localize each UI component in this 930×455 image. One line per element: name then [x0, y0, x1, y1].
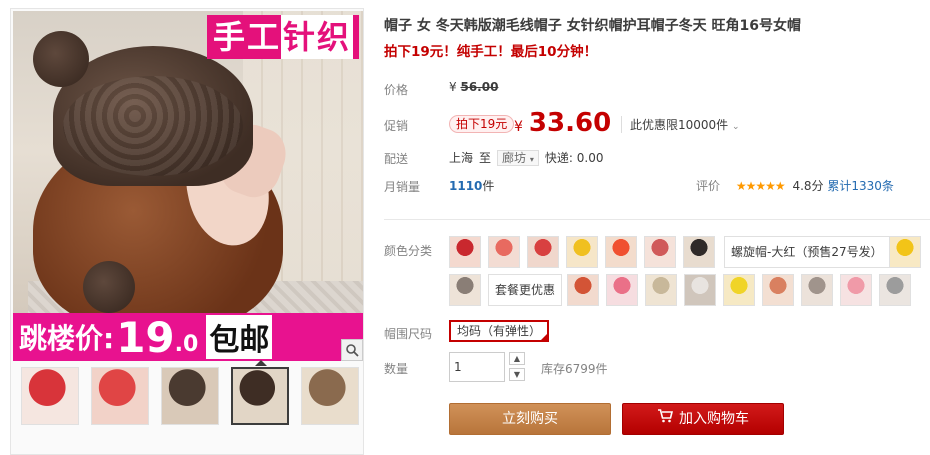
review-count-link[interactable]: 累计1330条 — [827, 179, 894, 193]
rating-stars-icon: ★★★★★ — [735, 179, 786, 193]
quantity-decrease-button[interactable]: ▼ — [509, 368, 525, 381]
thumbnail-image — [91, 367, 149, 425]
size-option-selected[interactable]: 均码（有弹性） — [449, 320, 550, 342]
chevron-down-icon: ⌄ — [732, 122, 740, 132]
banner-price-dec: .0 — [174, 331, 199, 357]
product-title: 帽子 女 冬天韩版潮毛线帽子 女针织帽护耳帽子冬天 旺角16号女帽 — [384, 18, 801, 34]
badge-text-b: 针织 — [280, 15, 353, 59]
color-swatch[interactable] — [449, 236, 481, 268]
color-swatch[interactable] — [644, 236, 676, 268]
sales-count: 1110 — [449, 179, 483, 193]
original-price-currency: ¥ — [449, 80, 457, 94]
rating-label: 评价 — [696, 179, 721, 193]
color-swatch[interactable] — [840, 274, 872, 306]
hat-pompom — [33, 31, 89, 87]
product-gallery: 手工针织 跳楼价: 19 .0 包邮 — [10, 8, 364, 455]
bundle-option[interactable]: 套餐更优惠 — [488, 274, 563, 306]
sales-label: 月销量 — [384, 180, 421, 194]
thumbnail-image — [21, 367, 79, 425]
cart-icon — [657, 403, 674, 435]
ship-to-value: 廊坊 — [502, 150, 527, 165]
promo-tag: 拍下19元 — [449, 115, 515, 133]
ship-to-select[interactable]: 廊坊 ▾ — [497, 149, 539, 166]
stock-count: 库存6799件 — [541, 362, 608, 376]
earflap-pompom — [83, 261, 135, 313]
thumbnail-strip — [21, 360, 359, 427]
color-swatch[interactable] — [605, 236, 637, 268]
color-swatch[interactable] — [606, 274, 638, 306]
ship-from: 上海 — [449, 151, 474, 165]
monthly-sales: 1110件 — [449, 177, 494, 194]
promo-price-value: 33.60 — [528, 108, 612, 138]
promo-label: 促销 — [384, 119, 409, 133]
size-label: 帽围尺码 — [384, 327, 433, 341]
buy-now-label: 立刻购买 — [502, 411, 558, 427]
color-swatch[interactable] — [527, 236, 559, 268]
color-swatch[interactable] — [684, 274, 716, 306]
promo-limit-text: 此优惠限10000件 — [630, 118, 729, 132]
promo-price-currency: ¥ — [514, 119, 523, 135]
badge-text-a: 手工 — [212, 18, 281, 56]
thumbnail-item[interactable] — [301, 367, 359, 427]
color-swatch[interactable] — [723, 274, 755, 306]
express-fee: 快递: 0.00 — [544, 151, 604, 165]
thumbnail-image — [161, 367, 219, 425]
promo-price: ¥33.60 — [514, 108, 611, 138]
chevron-up-icon: ▲ — [513, 354, 521, 363]
product-subtitle: 拍下19元！纯手工！最后10分钟！ — [384, 44, 598, 60]
color-swatch[interactable] — [683, 236, 715, 268]
sales-unit: 件 — [482, 179, 495, 193]
rating-info: 评价 ★★★★★ 4.8分 累计1330条 — [696, 177, 894, 194]
buy-now-button[interactable]: 立刻购买 — [449, 403, 611, 435]
ship-to-word: 至 — [479, 151, 492, 165]
zoom-icon[interactable] — [341, 339, 363, 361]
color-label: 颜色分类 — [384, 244, 433, 258]
banner-prefix: 跳楼价: — [19, 322, 115, 355]
quantity-increase-button[interactable]: ▲ — [509, 352, 525, 365]
thumbnail-active-arrow — [255, 360, 267, 366]
divider — [384, 219, 930, 220]
handmade-badge: 手工针织 — [206, 15, 359, 59]
quantity-label: 数量 — [384, 362, 409, 376]
thumbnail-image — [301, 367, 359, 425]
color-swatch[interactable] — [889, 236, 921, 268]
main-product-image[interactable]: 手工针织 跳楼价: 19 .0 包邮 — [13, 11, 363, 361]
color-swatch[interactable] — [567, 274, 599, 306]
price-label: 价格 — [384, 83, 409, 97]
thumbnail-item[interactable] — [21, 367, 79, 427]
color-option-text[interactable]: 螺旋帽-大红（预售27号发） — [724, 236, 890, 268]
color-swatch[interactable] — [801, 274, 833, 306]
chevron-down-icon: ▼ — [513, 370, 521, 379]
color-swatch[interactable] — [762, 274, 794, 306]
price-banner: 跳楼价: 19 .0 包邮 — [13, 313, 363, 361]
chevron-down-icon: ▾ — [529, 154, 534, 164]
thumbnail-item[interactable] — [231, 360, 289, 427]
promo-limit-dropdown[interactable]: 此优惠限10000件 ⌄ — [621, 116, 740, 133]
shipping-info: 上海 至 廊坊 ▾ 快递: 0.00 — [449, 149, 603, 166]
quantity-input[interactable] — [449, 352, 505, 382]
thumbnail-item[interactable] — [161, 367, 219, 427]
color-swatch[interactable] — [449, 274, 481, 306]
banner-suffix: 包邮 — [206, 315, 273, 359]
color-swatch[interactable] — [645, 274, 677, 306]
thumbnail-image — [231, 367, 289, 425]
add-to-cart-button[interactable]: 加入购物车 — [622, 403, 784, 435]
banner-price-int: 19 — [116, 312, 175, 362]
original-price: ¥ 56.00 — [449, 80, 498, 94]
shipping-label: 配送 — [384, 152, 409, 166]
color-swatch[interactable] — [566, 236, 598, 268]
color-swatch[interactable] — [879, 274, 911, 306]
add-to-cart-label: 加入购物车 — [679, 411, 749, 427]
original-price-value: 56.00 — [460, 80, 499, 94]
color-swatch[interactable] — [488, 236, 520, 268]
rating-score: 4.8分 — [792, 179, 824, 193]
thumbnail-item[interactable] — [91, 367, 149, 427]
